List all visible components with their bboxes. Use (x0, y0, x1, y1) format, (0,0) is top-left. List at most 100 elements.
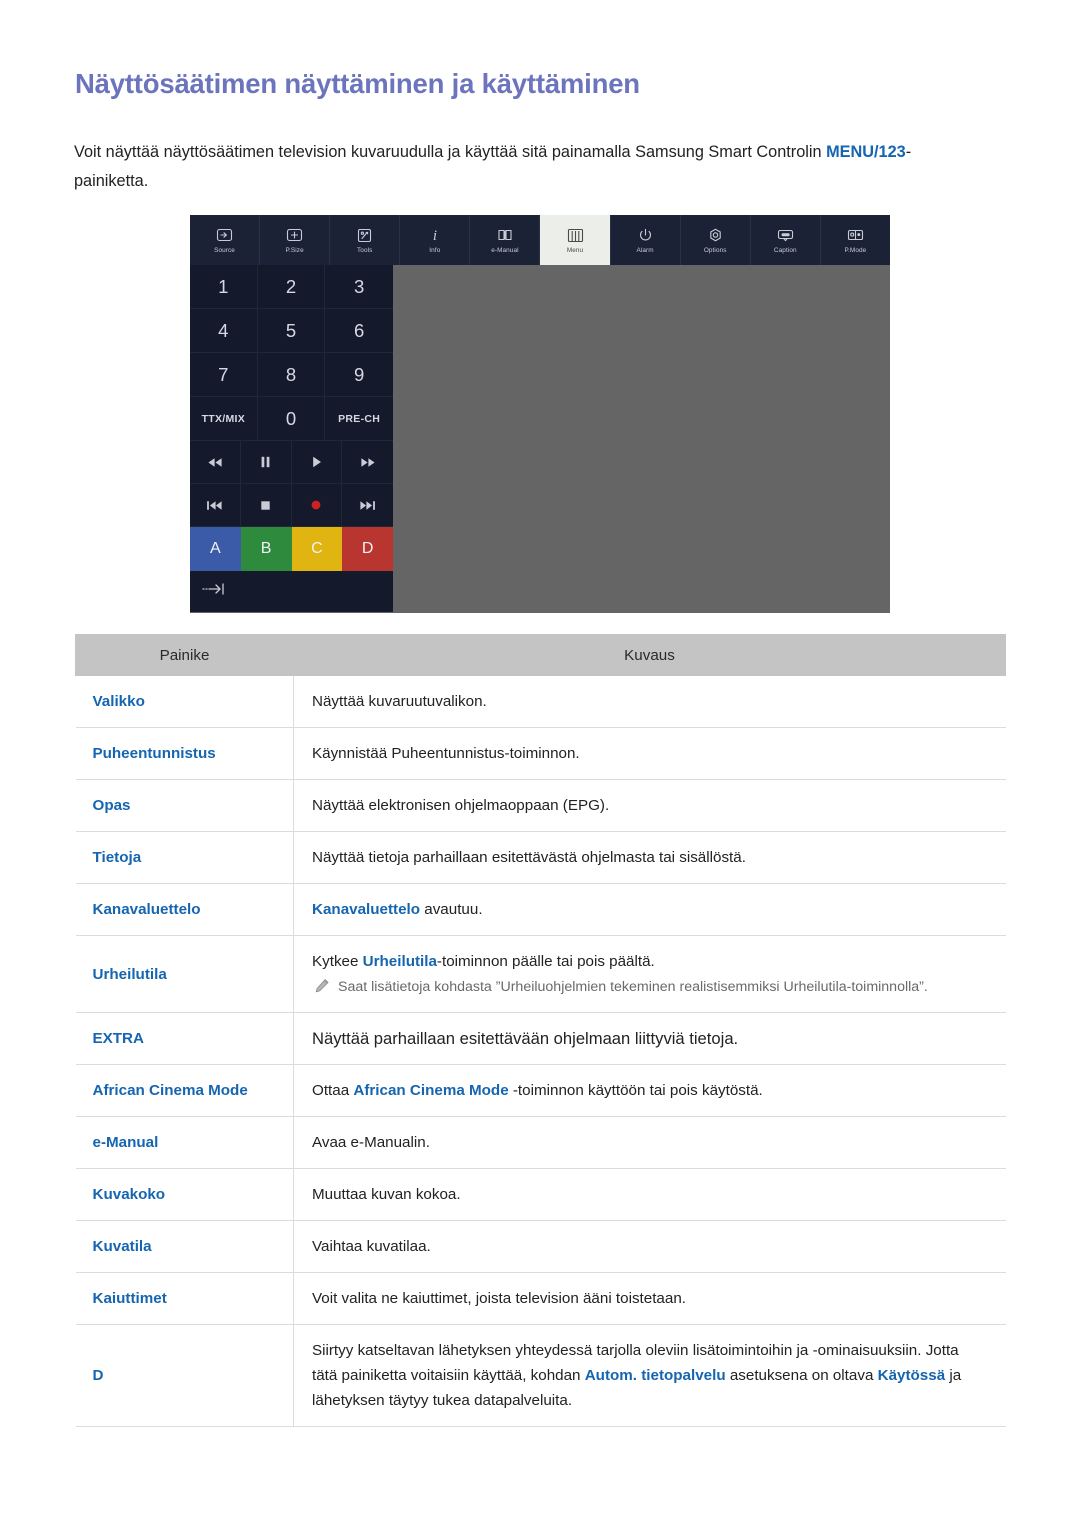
table-cell-button-name: EXTRA (75, 1012, 294, 1065)
emanual-icon: ? (497, 227, 513, 244)
table-cell-button-name: Puheentunnistus (75, 727, 294, 780)
table-body: Valikko Näyttää kuvaruutuvalikon. Puheentu… (75, 675, 1006, 1427)
numpad-key-pre-ch[interactable]: PRE-CH (325, 397, 393, 441)
table-cell-button-name: e-Manual (75, 1116, 294, 1169)
menu-icon (567, 227, 584, 244)
numpad-key-5[interactable]: 5 (257, 309, 326, 353)
toolbar-item-info[interactable]: i Info (400, 215, 471, 265)
column-header-painike: Painike (75, 634, 294, 676)
desc-text-2: -toiminnon käyttöön tai pois käytöstä. (508, 1082, 763, 1099)
table-header-row: Painike Kuvaus (75, 634, 1006, 676)
desc-keyword: African Cinema Mode (353, 1082, 509, 1099)
table-row: Puheentunnistus Käynnistää Puheentunnistu… (75, 727, 1006, 780)
numpad-key-4[interactable]: 4 (190, 309, 258, 353)
source-icon (216, 227, 233, 244)
numpad-key-ttx-mix[interactable]: TTX/MIX (190, 397, 258, 441)
numpad-key-2[interactable]: 2 (257, 265, 326, 309)
rewind-icon[interactable] (190, 441, 241, 484)
table-cell-description: Kanavaluettelo avautuu. (293, 883, 1006, 936)
table-row: e-Manual Avaa e-Manualin. (75, 1116, 1006, 1169)
table-cell-button-name: Kuvatila (75, 1220, 294, 1273)
toolbar-item-label: P.Mode (844, 246, 867, 254)
svg-text:i: i (433, 228, 437, 243)
toolbar-item-label: Tools (357, 246, 373, 254)
numpad-key-3[interactable]: 3 (325, 265, 393, 309)
column-header-kuvaus: Kuvaus (293, 634, 1006, 676)
previous-icon[interactable] (190, 484, 241, 527)
numpad-key-0[interactable]: 0 (257, 397, 326, 441)
toolbar-item-label: e-Manual (491, 246, 519, 254)
play-icon[interactable] (291, 441, 343, 484)
tools-icon (357, 227, 372, 244)
table-cell-description: Näyttää kuvaruutuvalikon. (293, 675, 1006, 728)
desc-text: Näyttää tietoja parhaillaan esitettäväst… (312, 849, 746, 866)
pencil-icon (315, 979, 329, 993)
next-icon[interactable] (342, 484, 393, 527)
toolbar-item-tools[interactable]: Tools (330, 215, 401, 265)
table-cell-button-name: Tietoja (75, 831, 294, 884)
table-cell-button-name: African Cinema Mode (75, 1064, 294, 1117)
table-cell-description: Käynnistää Puheentunnistus-toiminnon. (293, 727, 1006, 780)
desc-text-2: -toiminnon päälle tai pois päältä. (436, 953, 655, 970)
color-button-c[interactable]: C (291, 527, 343, 571)
number-pad: 1 2 3 4 5 6 7 8 9 TTX/MIX 0 PRE-CH (190, 265, 393, 441)
table-cell-button-name: Valikko (75, 675, 294, 728)
controller-toolbar: Source P.Size Tools i Info? e-Manual Menu Alarm… (190, 215, 890, 265)
stop-icon[interactable] (240, 484, 292, 527)
desc-text: Avaa e-Manualin. (312, 1134, 430, 1151)
psize-icon (286, 227, 303, 244)
table-cell-button-name: Kuvakoko (75, 1168, 294, 1221)
desc-text: Käynnistää Puheentunnistus-toiminnon. (312, 745, 580, 762)
desc-text: Kytkee (312, 953, 363, 970)
table-row: Urheilutila Kytkee Urheilutila-toiminnon … (75, 935, 1006, 1013)
toolbar-item-label: P.Size (285, 246, 304, 254)
table-cell-button-name: D (75, 1324, 294, 1427)
color-button-d[interactable]: D (342, 527, 393, 571)
toolbar-item-p-mode[interactable]: P.Mode (821, 215, 890, 265)
toolbar-item-p-size[interactable]: P.Size (260, 215, 331, 265)
table-row: African Cinema Mode Ottaa African Cinema … (75, 1064, 1006, 1117)
toolbar-item-caption[interactable]: Caption (751, 215, 821, 265)
table-row: Valikko Näyttää kuvaruutuvalikon. (75, 675, 1006, 728)
table-row: Kuvatila Vaihtaa kuvatilaa. (75, 1220, 1006, 1273)
fast-forward-icon[interactable] (342, 441, 393, 484)
toolbar-item-label: Source (214, 246, 235, 254)
table-row: D Siirtyy katseltavan lähetyksen yhteydes… (75, 1324, 1006, 1427)
toolbar-item-alarm[interactable]: Alarm (611, 215, 681, 265)
desc-keyword: Autom. tietopalvelu (584, 1367, 726, 1384)
table-cell-description: Näyttää tietoja parhaillaan esitettäväst… (293, 831, 1006, 884)
toolbar-item-label: Info (429, 246, 441, 254)
numpad-key-8[interactable]: 8 (257, 353, 326, 397)
table-cell-description: Näyttää parhaillaan esitettävään ohjelma… (293, 1012, 1006, 1065)
desc-text: Näyttää parhaillaan esitettävään ohjelma… (312, 1029, 739, 1048)
toolbar-item-label: Caption (773, 246, 797, 254)
jump-to-end-icon[interactable] (202, 582, 228, 601)
pause-icon[interactable] (240, 441, 292, 484)
numpad-key-6[interactable]: 6 (325, 309, 393, 353)
color-button-b[interactable]: B (240, 527, 292, 571)
toolbar-item-options[interactable]: Options (681, 215, 751, 265)
table-cell-button-name: Kanavaluettelo (75, 883, 294, 936)
numpad-key-1[interactable]: 1 (190, 265, 258, 309)
options-icon (708, 227, 723, 244)
pmode-icon (847, 227, 864, 244)
record-icon[interactable] (291, 484, 343, 527)
desc-text: Näyttää kuvaruutuvalikon. (312, 693, 487, 710)
desc-text: Vaihtaa kuvatilaa. (312, 1238, 431, 1255)
table-cell-description: Avaa e-Manualin. (293, 1116, 1006, 1169)
table-row: Opas Näyttää elektronisen ohjelmaoppaan (… (75, 779, 1006, 832)
desc-note-text: Saat lisätietoja kohdasta ”Urheiluohjelm… (338, 979, 928, 995)
numpad-key-7[interactable]: 7 (190, 353, 258, 397)
table-cell-description: Vaihtaa kuvatilaa. (293, 1220, 1006, 1273)
color-buttons: ABCD (190, 527, 393, 571)
toolbar-item-menu[interactable]: Menu (540, 215, 611, 265)
table-cell-button-name: Kaiuttimet (75, 1272, 294, 1325)
table-cell-description: Kytkee Urheilutila-toiminnon päälle tai … (293, 935, 1006, 1013)
table-row: EXTRA Näyttää parhaillaan esitettävään oh… (75, 1012, 1006, 1065)
toolbar-item-source[interactable]: Source (190, 215, 261, 265)
toolbar-item-e-manual[interactable]: ? e-Manual (470, 215, 541, 265)
numpad-key-9[interactable]: 9 (325, 353, 393, 397)
color-button-a[interactable]: A (190, 527, 241, 571)
table-cell-description: Ottaa African Cinema Mode -toiminnon käy… (293, 1064, 1006, 1117)
button-description-table: Painike Kuvaus Valikko Näyttää kuvaruutuv… (75, 634, 1006, 1427)
